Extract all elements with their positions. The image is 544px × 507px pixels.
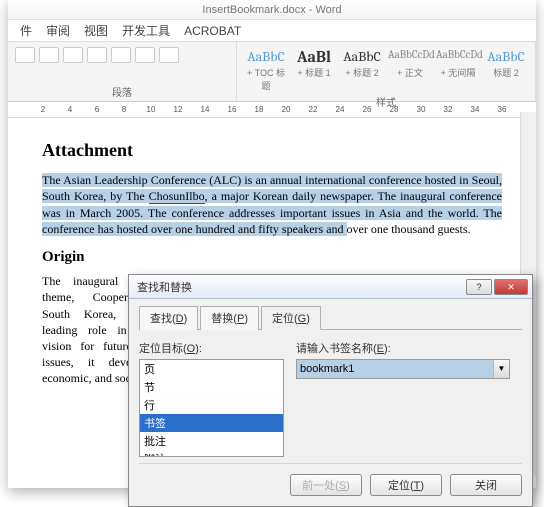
dialog-title: 查找和替换	[137, 279, 464, 295]
show-marks-icon[interactable]	[159, 47, 179, 63]
multilevel-icon[interactable]	[63, 47, 83, 63]
sort-icon[interactable]	[135, 47, 155, 63]
bullets-icon[interactable]	[15, 47, 35, 63]
previous-button: 前一处(S)	[290, 474, 362, 496]
heading-attachment: Attachment	[42, 138, 502, 162]
bookmark-name-input[interactable]	[297, 360, 493, 378]
tab-1[interactable]: 审阅	[46, 22, 70, 39]
bookmark-name-label: 请输入书签名称(E):	[296, 340, 510, 356]
list-item[interactable]: 脚注	[140, 450, 283, 457]
indent-increase-icon[interactable]	[111, 47, 131, 63]
tab-0[interactable]: 件	[20, 22, 32, 39]
indent-decrease-icon[interactable]	[87, 47, 107, 63]
heading-origin: Origin	[42, 247, 502, 267]
list-item[interactable]: 节	[140, 378, 283, 396]
list-item-selected[interactable]: 书签	[140, 414, 283, 432]
goto-target-list[interactable]: 页 节 行 书签 批注 脚注 尾注	[139, 359, 284, 457]
style-subtitle[interactable]: AaBbC标题 2	[483, 46, 529, 81]
style-normal[interactable]: AaBbCcDd+ 正文	[387, 46, 433, 81]
dialog-tabs: 查找(D) 替换(P) 定位(G)	[139, 305, 522, 330]
goto-button[interactable]: 定位(T)	[370, 474, 442, 496]
tab-4[interactable]: ACROBAT	[184, 24, 241, 38]
close-button[interactable]: 关闭	[450, 474, 522, 496]
tab-find[interactable]: 查找(D)	[139, 306, 198, 330]
style-h1[interactable]: AaBl+ 标题 1	[291, 46, 337, 81]
bookmark-name-combo[interactable]: ▼	[296, 359, 510, 379]
ribbon-tabs: 件 审阅 视图 开发工具 ACROBAT	[8, 20, 536, 42]
tab-goto[interactable]: 定位(G)	[261, 306, 321, 330]
tab-2[interactable]: 视图	[84, 22, 108, 39]
style-toc[interactable]: AaBbC+ TOC 标题	[243, 46, 289, 94]
tab-3[interactable]: 开发工具	[122, 22, 170, 39]
find-replace-dialog: 查找和替换 ? ✕ 查找(D) 替换(P) 定位(G) 定位目标(O): 页 节…	[128, 274, 533, 507]
help-button[interactable]: ?	[466, 279, 492, 295]
list-item[interactable]: 页	[140, 360, 283, 378]
list-item[interactable]: 行	[140, 396, 283, 414]
chevron-down-icon[interactable]: ▼	[493, 360, 509, 378]
style-h2[interactable]: AaBbC+ 标题 2	[339, 46, 385, 81]
close-icon[interactable]: ✕	[494, 279, 528, 295]
list-item[interactable]: 批注	[140, 432, 283, 450]
group-paragraph-label: 段落	[14, 84, 230, 99]
window-title: InsertBookmark.docx - Word	[8, 0, 536, 20]
para-1: The Asian Leadership Conference (ALC) is…	[42, 172, 502, 237]
tab-replace[interactable]: 替换(P)	[200, 306, 259, 330]
ribbon: 段落 AaBbC+ TOC 标题 AaBl+ 标题 1 AaBbC+ 标题 2 …	[8, 42, 536, 102]
numbering-icon[interactable]	[39, 47, 59, 63]
style-nospacing[interactable]: AaBbCcDd+ 无间隔	[435, 46, 481, 81]
goto-target-label: 定位目标(O):	[139, 340, 284, 356]
